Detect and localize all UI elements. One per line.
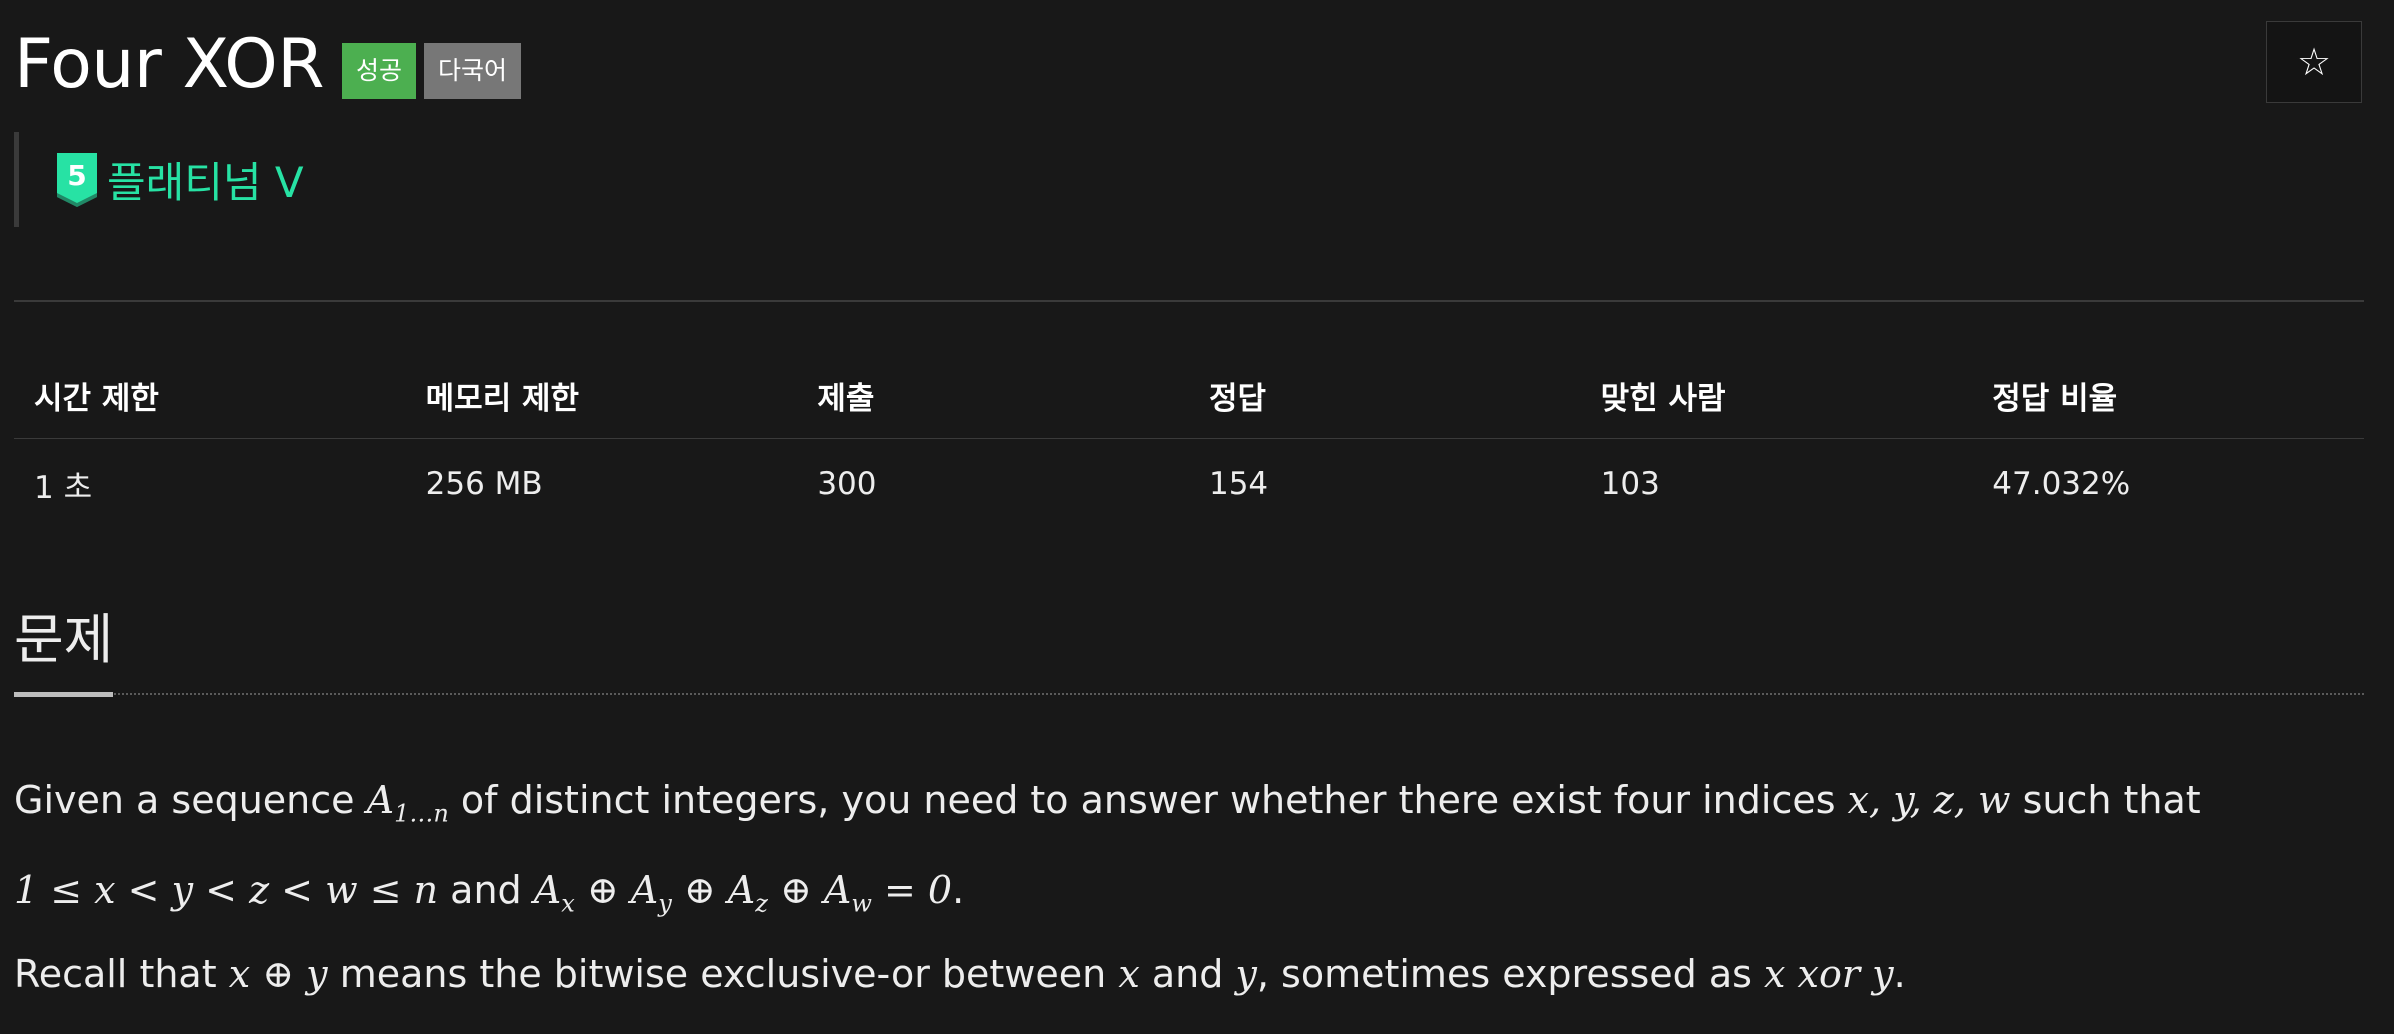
stat-accepted: 154: [1208, 466, 1269, 502]
stat-header-ratio: 정답 비율: [1972, 352, 2364, 439]
star-icon: ☆: [2296, 40, 2332, 84]
math-sequence: A1…n: [366, 778, 449, 828]
math-sub: x: [561, 889, 575, 918]
math-part: = 0: [871, 867, 953, 912]
statement-text: .: [952, 867, 965, 912]
section-underline: [14, 693, 2364, 695]
statement-text: Recall that: [14, 952, 229, 996]
math-sub: z: [755, 889, 768, 918]
statement-paragraph-2: Recall that x ⊕ y means the bitwise excl…: [14, 936, 2364, 1012]
tier-level: 5: [67, 159, 86, 192]
stats-header-row: 시간 제한 메모리 제한 제출 정답 맞힌 사람 정답 비율: [14, 352, 2364, 439]
tier-name[interactable]: 플래티넘 V: [107, 149, 304, 210]
stat-time-limit: 1 초: [34, 469, 93, 506]
stat-solved-users: 103: [1600, 466, 1660, 502]
math-vars: x, y, z, w: [1847, 778, 2011, 822]
tier-block: 5 플래티넘 V: [14, 132, 304, 227]
statement-text: and: [438, 867, 534, 912]
math-xor-word: x xor y: [1764, 952, 1894, 996]
stat-ratio: 47.032%: [1992, 466, 2131, 502]
problem-header: Four XOR 성공 다국어: [14, 22, 521, 108]
math-xor: x ⊕ y: [228, 952, 328, 996]
section-title: 문제: [14, 600, 114, 697]
stat-header-submissions: 제출: [797, 352, 1189, 439]
stats-value-row: 1 초 256 MB 300 154 103 47.032%: [14, 439, 2364, 530]
problem-title: Four XOR: [14, 25, 324, 104]
math-part: ⊕ A: [767, 867, 852, 912]
stat-memory-limit: 256 MB: [425, 466, 543, 502]
math-seq-sub: 1…n: [394, 799, 449, 828]
stat-submissions: 300: [817, 466, 877, 502]
math-inequality: 1 ≤ x < y < z < w ≤ n: [14, 867, 439, 912]
math-xor-expression: Ax ⊕ Ay ⊕ Az ⊕ Aw = 0: [533, 867, 953, 918]
stat-header-memory-limit: 메모리 제한: [405, 352, 798, 439]
section-header: 문제: [14, 600, 2364, 697]
math-part: ⊕ A: [574, 867, 659, 912]
statement-paragraph-1: Given a sequence A1…n of distinct intege…: [14, 762, 2364, 941]
statement-text: of distinct integers, you need to answer…: [448, 778, 1848, 822]
math-y: y: [1235, 952, 1257, 996]
math-sub: y: [658, 889, 672, 918]
statement-text: .: [1893, 952, 1906, 996]
math-seq-base: A: [366, 778, 395, 822]
statement-text: , sometimes expressed as: [1256, 952, 1765, 996]
math-sub: w: [851, 889, 872, 918]
statement-text: and: [1139, 952, 1236, 996]
stat-header-solved-users: 맞힌 사람: [1580, 352, 1973, 439]
statement-text: means the bitwise exclusive-or between: [327, 952, 1119, 996]
favorite-star-button[interactable]: ☆: [2266, 21, 2362, 103]
stat-header-time-limit: 시간 제한: [14, 352, 406, 439]
statement-text: such that: [2010, 778, 2201, 822]
multilang-badge: 다국어: [423, 43, 521, 99]
tier-badge-icon: 5: [57, 152, 97, 207]
success-badge: 성공: [341, 43, 416, 99]
statement-text: Given a sequence: [14, 778, 367, 822]
problem-stats-table: 시간 제한 메모리 제한 제출 정답 맞힌 사람 정답 비율 1 초 256 M…: [14, 352, 2364, 529]
math-part: A: [533, 867, 562, 912]
stat-header-accepted: 정답: [1188, 352, 1581, 439]
math-x: x: [1118, 952, 1140, 996]
math-part: ⊕ A: [671, 867, 756, 912]
divider: [14, 300, 2364, 302]
